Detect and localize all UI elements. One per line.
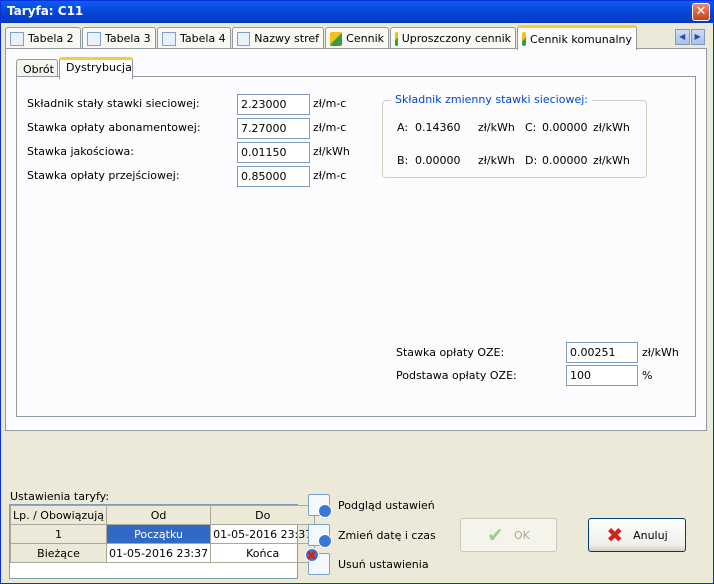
zone-a-key: A:	[397, 121, 409, 134]
tab-label: Tabela 4	[180, 32, 226, 45]
calendar-icon	[308, 524, 332, 548]
tab-label: Dystrybucja	[66, 61, 132, 74]
variable-rate-group: Składnik zmienny stawki sieciowej: A: 0.…	[382, 93, 647, 178]
zone-d-value: 0.00000	[542, 154, 588, 167]
chevron-right-icon[interactable]: ▶	[690, 29, 705, 45]
oze-base-label: Podstawa opłaty OZE:	[396, 369, 517, 382]
unit-label: zł/kWh	[313, 145, 350, 158]
row-header[interactable]: 1	[9, 524, 108, 544]
cancel-button[interactable]: ✖ Anuluj	[588, 518, 686, 552]
tab-tabela-4[interactable]: Tabela 4	[157, 27, 231, 49]
table-icon	[87, 31, 101, 46]
price-icon	[395, 31, 398, 46]
fixed-network-rate-label: Składnik stały stawki sieciowej:	[27, 97, 200, 110]
unit-label: zł/m-c	[313, 169, 347, 182]
tab-tabela-2[interactable]: Tabela 2	[5, 27, 81, 49]
tab-label: Cennik komunalny	[530, 32, 632, 46]
close-button[interactable]: ✕	[692, 3, 710, 21]
action-label: Podgląd ustawień	[338, 498, 435, 512]
tab-content-panel: Obrót Dystrybucja Składnik stały stawki …	[5, 48, 707, 431]
tab-tabela-3[interactable]: Tabela 3	[82, 27, 156, 49]
action-label: Usuń ustawienia	[338, 557, 429, 571]
change-date-button[interactable]: Zmień datę i czas	[308, 524, 436, 548]
unit-label: %	[642, 369, 653, 382]
zone-d-unit: zł/kWh	[593, 154, 630, 167]
zone-c-value: 0.00000	[542, 121, 588, 134]
subscription-rate-field[interactable]: 7.27000	[237, 118, 310, 139]
column-header[interactable]: Do	[210, 505, 316, 525]
table-row[interactable]: Bieżące 01-05-2016 23:37 Końca	[9, 543, 316, 563]
oze-rate-label: Stawka opłaty OZE:	[396, 346, 505, 359]
zone-b-key: B:	[397, 154, 409, 167]
delete-icon	[305, 548, 330, 575]
table-icon	[10, 31, 24, 46]
unit-label: zł/m-c	[313, 97, 347, 110]
table-cell[interactable]: 01-05-2016 23:37	[210, 524, 316, 544]
tab-cennik-komunalny[interactable]: Cennik komunalny	[517, 25, 637, 50]
checkmark-icon: ✔	[487, 523, 504, 547]
window-title: Taryfa: C11	[7, 4, 84, 18]
table-cell[interactable]: 01-05-2016 23:37	[106, 543, 212, 563]
tab-cennik[interactable]: Cennik	[325, 27, 389, 49]
zone-b-unit: zł/kWh	[478, 154, 515, 167]
table-icon	[162, 31, 176, 46]
cancel-label: Anuluj	[633, 528, 668, 542]
tab-uproszczony-cennik[interactable]: Uproszczony cennik	[390, 27, 516, 49]
preview-settings-button[interactable]: Podgląd ustawień	[308, 494, 435, 518]
zone-c-unit: zł/kWh	[593, 121, 630, 134]
settings-table: Lp. / Obowiązują Od Do 1 Początku 01-05-…	[9, 504, 316, 579]
ok-label: OK	[513, 528, 530, 542]
transition-rate-field[interactable]: 0.85000	[237, 166, 310, 187]
price-icon	[522, 32, 527, 46]
table-cell[interactable]: Końca	[210, 543, 316, 563]
action-label: Zmień datę i czas	[338, 528, 436, 542]
titlebar[interactable]: Taryfa: C11 ✕	[1, 1, 713, 23]
delete-settings-button[interactable]: Usuń ustawienia	[305, 548, 429, 575]
table-icon	[237, 31, 251, 46]
top-tab-strip: Tabela 2 Tabela 3 Tabela 4 Nazwy stref C…	[5, 25, 711, 50]
settings-label: Ustawienia taryfy:	[10, 490, 110, 503]
tab-scroll-arrows: ◀ ▶	[675, 29, 705, 45]
table-row[interactable]: 1 Początku 01-05-2016 23:37	[9, 524, 316, 544]
zone-a-unit: zł/kWh	[478, 121, 515, 134]
tab-nazwy-stref[interactable]: Nazwy stref	[232, 27, 324, 49]
zone-a-value: 0.14360	[415, 121, 461, 134]
chevron-left-icon[interactable]: ◀	[675, 29, 690, 45]
oze-rate-field[interactable]: 0.00251	[566, 342, 638, 363]
tab-label: Tabela 2	[28, 32, 74, 45]
zone-b-value: 0.00000	[415, 154, 461, 167]
zone-d-key: D:	[525, 154, 538, 167]
tab-label: Cennik	[346, 32, 384, 45]
zone-c-key: C:	[525, 121, 537, 134]
tab-dystrybucja[interactable]: Dystrybucja	[59, 57, 133, 79]
ok-button[interactable]: ✔ OK	[460, 518, 557, 552]
cancel-x-icon: ✖	[606, 523, 624, 547]
unit-label: zł/kWh	[642, 346, 679, 359]
oze-base-field[interactable]: 100	[566, 365, 638, 386]
unit-label: zł/m-c	[313, 121, 347, 134]
row-header[interactable]: Bieżące	[9, 543, 108, 563]
group-legend: Składnik zmienny stawki sieciowej:	[391, 93, 592, 106]
quality-rate-field[interactable]: 0.01150	[237, 142, 310, 163]
column-header[interactable]: Lp. / Obowiązują	[9, 505, 108, 525]
transition-rate-label: Stawka opłaty przejściowej:	[27, 169, 180, 182]
dystrybucja-panel: Składnik stały stawki sieciowej: 2.23000…	[16, 76, 696, 417]
table-cell[interactable]: Początku	[106, 524, 212, 544]
tab-label: Nazwy stref	[254, 32, 319, 45]
fixed-network-rate-field[interactable]: 2.23000	[237, 94, 310, 115]
preview-icon	[308, 494, 332, 518]
quality-rate-label: Stawka jakościowa:	[27, 145, 134, 158]
tab-label: Uproszczony cennik	[401, 32, 511, 45]
dialog-window: Taryfa: C11 ✕ Tabela 2 Tabela 3 Tabela 4…	[0, 0, 714, 584]
tab-label: Obrót	[23, 63, 54, 76]
column-header[interactable]: Od	[106, 505, 212, 525]
tab-label: Tabela 3	[105, 32, 151, 45]
subscription-rate-label: Stawka opłaty abonamentowej:	[27, 121, 201, 134]
price-icon	[330, 31, 343, 46]
